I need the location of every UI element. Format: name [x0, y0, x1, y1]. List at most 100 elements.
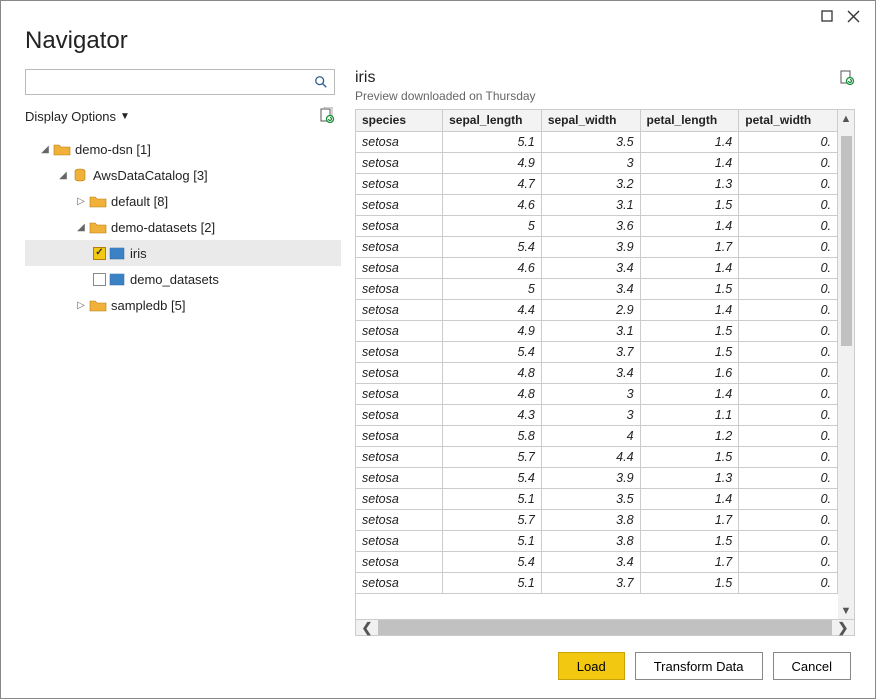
table-row[interactable]: setosa5.73.81.70.	[356, 509, 838, 530]
table-icon	[108, 272, 126, 286]
table-row[interactable]: setosa5.43.91.70.	[356, 236, 838, 257]
table-row[interactable]: setosa5.13.51.40.	[356, 131, 838, 152]
table-cell: setosa	[356, 572, 443, 593]
table-cell: 5.4	[443, 341, 542, 362]
table-cell: 1.5	[640, 341, 739, 362]
transform-data-button[interactable]: Transform Data	[635, 652, 763, 680]
horizontal-scrollbar[interactable]: ❮ ❯	[355, 619, 855, 636]
scroll-down-icon[interactable]: ▼	[838, 602, 854, 619]
table-cell: 3.7	[541, 341, 640, 362]
table-cell: 0.	[739, 530, 838, 551]
table-cell: 3.4	[541, 551, 640, 572]
table-cell: 0.	[739, 551, 838, 572]
table-row[interactable]: setosa5.43.41.70.	[356, 551, 838, 572]
tree-node-sampledb[interactable]: ▷ sampledb [5]	[25, 292, 341, 318]
expand-icon[interactable]: ◢	[75, 222, 87, 233]
table-row[interactable]: setosa4.93.11.50.	[356, 320, 838, 341]
table-cell: 1.3	[640, 173, 739, 194]
table-row[interactable]: setosa4.42.91.40.	[356, 299, 838, 320]
footer: Load Transform Data Cancel	[1, 636, 875, 698]
scrollbar-thumb[interactable]	[841, 136, 852, 346]
tree-node-demo-dsn[interactable]: ◢ demo-dsn [1]	[25, 136, 341, 162]
table-row[interactable]: setosa5.13.81.50.	[356, 530, 838, 551]
scroll-up-icon[interactable]: ▲	[838, 110, 854, 127]
table-cell: setosa	[356, 173, 443, 194]
table-row[interactable]: setosa5.841.20.	[356, 425, 838, 446]
column-header[interactable]: petal_length	[640, 110, 739, 131]
table-row[interactable]: setosa5.13.51.40.	[356, 488, 838, 509]
search-icon[interactable]	[314, 75, 328, 89]
table-cell: 0.	[739, 404, 838, 425]
load-button[interactable]: Load	[558, 652, 625, 680]
tree-label: sampledb [5]	[111, 298, 185, 313]
table-row[interactable]: setosa4.831.40.	[356, 383, 838, 404]
search-input[interactable]	[32, 75, 314, 90]
table-row[interactable]: setosa4.83.41.60.	[356, 362, 838, 383]
vertical-scrollbar[interactable]: ▲ ▼	[838, 110, 855, 619]
table-row[interactable]: setosa5.13.71.50.	[356, 572, 838, 593]
table-cell: 3.1	[541, 320, 640, 341]
tree-node-demo-datasets[interactable]: ◢ demo-datasets [2]	[25, 214, 341, 240]
tree-label: demo-datasets [2]	[111, 220, 215, 235]
checkbox[interactable]	[93, 273, 106, 286]
tree-node-demo-datasets-table[interactable]: demo_datasets	[25, 266, 341, 292]
table-cell: 3.9	[541, 467, 640, 488]
table-row[interactable]: setosa4.331.10.	[356, 404, 838, 425]
folder-icon	[89, 194, 107, 208]
table-row[interactable]: setosa5.74.41.50.	[356, 446, 838, 467]
column-header[interactable]: species	[356, 110, 443, 131]
table-cell: setosa	[356, 131, 443, 152]
tree-node-awsdatacatalog[interactable]: ◢ AwsDataCatalog [3]	[25, 162, 341, 188]
maximize-icon[interactable]	[817, 7, 837, 25]
table-cell: setosa	[356, 278, 443, 299]
tree-node-default[interactable]: ▷ default [8]	[25, 188, 341, 214]
table-cell: setosa	[356, 257, 443, 278]
scroll-left-icon[interactable]: ❮	[356, 620, 378, 635]
expand-icon[interactable]: ▷	[75, 196, 87, 207]
dialog-title: Navigator	[1, 27, 875, 69]
column-header[interactable]: sepal_width	[541, 110, 640, 131]
tree-node-iris[interactable]: iris	[25, 240, 341, 266]
column-header[interactable]: sepal_length	[443, 110, 542, 131]
table-cell: 0.	[739, 320, 838, 341]
table-cell: 1.7	[640, 551, 739, 572]
table-cell: 5.1	[443, 488, 542, 509]
column-header[interactable]: petal_width	[739, 110, 838, 131]
table-cell: 0.	[739, 446, 838, 467]
table-row[interactable]: setosa4.931.40.	[356, 152, 838, 173]
scroll-right-icon[interactable]: ❯	[832, 620, 854, 635]
table-cell: 1.4	[640, 383, 739, 404]
cancel-button[interactable]: Cancel	[773, 652, 851, 680]
table-cell: 0.	[739, 425, 838, 446]
expand-icon[interactable]: ▷	[75, 300, 87, 311]
table-row[interactable]: setosa53.41.50.	[356, 278, 838, 299]
expand-icon[interactable]: ◢	[57, 170, 69, 181]
table-cell: 4.8	[443, 383, 542, 404]
checkbox-checked[interactable]	[93, 247, 106, 260]
table-cell: 4.3	[443, 404, 542, 425]
table-cell: 3.5	[541, 488, 640, 509]
table-cell: 1.6	[640, 362, 739, 383]
scrollbar-thumb[interactable]	[378, 620, 832, 635]
table-row[interactable]: setosa5.43.71.50.	[356, 341, 838, 362]
table-row[interactable]: setosa4.73.21.30.	[356, 173, 838, 194]
table-cell: setosa	[356, 362, 443, 383]
table-cell: 1.5	[640, 194, 739, 215]
preview-subtitle: Preview downloaded on Thursday	[355, 89, 536, 103]
table-row[interactable]: setosa4.63.11.50.	[356, 194, 838, 215]
table-cell: setosa	[356, 467, 443, 488]
table-row[interactable]: setosa4.63.41.40.	[356, 257, 838, 278]
close-icon[interactable]	[843, 7, 863, 25]
display-options-dropdown[interactable]: Display Options ▼	[25, 109, 130, 124]
table-cell: 0.	[739, 257, 838, 278]
preview-title: iris	[355, 69, 536, 87]
table-cell: 1.5	[640, 278, 739, 299]
table-row[interactable]: setosa5.43.91.30.	[356, 467, 838, 488]
search-box[interactable]	[25, 69, 335, 95]
refresh-preview-icon[interactable]	[839, 69, 855, 88]
table-cell: 1.4	[640, 215, 739, 236]
refresh-tree-icon[interactable]	[319, 107, 335, 126]
table-cell: 1.5	[640, 446, 739, 467]
expand-icon[interactable]: ◢	[39, 144, 51, 155]
table-row[interactable]: setosa53.61.40.	[356, 215, 838, 236]
